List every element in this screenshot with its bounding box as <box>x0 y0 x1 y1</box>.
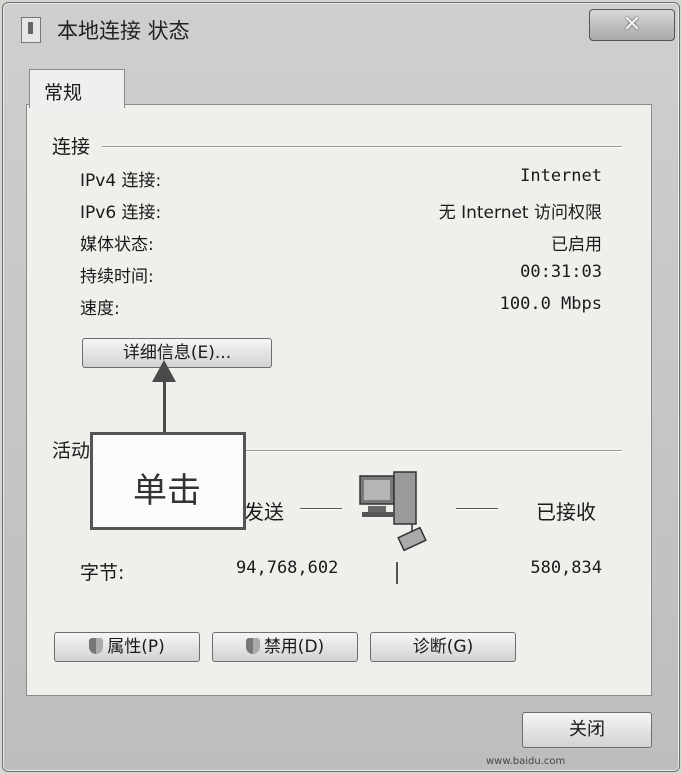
activity-group-title: 活动 <box>52 440 91 462</box>
details-button[interactable]: 详细信息(E)... <box>82 338 272 368</box>
properties-button[interactable]: 属性(P) <box>54 632 200 662</box>
tab-general[interactable]: 常规 <box>29 69 125 108</box>
connection-divider <box>102 146 622 148</box>
speed-label: 速度: <box>80 299 120 319</box>
ipv6-value: 无 Internet 访问权限 <box>438 203 602 223</box>
disable-button[interactable]: 禁用(D) <box>212 632 358 662</box>
duration-value: 00:31:03 <box>520 262 602 282</box>
uac-shield-icon <box>89 638 104 654</box>
annotation-arrow <box>163 376 166 434</box>
tab-general-label: 常规 <box>44 82 83 104</box>
media-state-label: 媒体状态: <box>80 235 154 255</box>
bytes-received-value: 580,834 <box>530 558 602 578</box>
annotation-arrow-head <box>152 360 176 382</box>
properties-label: 属性(P) <box>107 637 165 657</box>
annotation-text: 单击 <box>133 471 201 511</box>
sent-label: 发送 <box>244 500 284 524</box>
diagnose-button[interactable]: 诊断(G) <box>370 632 516 662</box>
speed-value: 100.0 Mbps <box>499 294 602 314</box>
tab-panel-general <box>26 104 652 696</box>
network-adapter-icon <box>21 17 41 43</box>
annotation-callout: 单击 <box>90 432 246 530</box>
window-title: 本地连接 状态 <box>57 19 190 43</box>
bytes-sent-value: 94,768,602 <box>236 558 339 578</box>
ipv6-label: IPv6 连接: <box>80 203 162 223</box>
connection-group-title: 连接 <box>52 136 91 158</box>
bytes-separator <box>396 562 398 584</box>
sent-line <box>300 508 342 510</box>
media-state-value: 已启用 <box>551 235 602 255</box>
received-label: 已接收 <box>536 500 596 524</box>
close-button[interactable]: 关闭 <box>522 712 652 748</box>
ipv4-value: Internet <box>520 166 602 186</box>
received-line <box>456 508 498 510</box>
ipv4-label: IPv4 连接: <box>80 171 162 191</box>
watermark: www.baidu.com <box>486 756 566 767</box>
duration-label: 持续时间: <box>80 267 154 287</box>
disable-label: 禁用(D) <box>263 637 325 657</box>
uac-shield-icon <box>245 638 260 654</box>
network-computer-icon <box>359 471 427 552</box>
bytes-label: 字节: <box>80 562 125 584</box>
close-window-button[interactable]: × <box>589 9 675 41</box>
